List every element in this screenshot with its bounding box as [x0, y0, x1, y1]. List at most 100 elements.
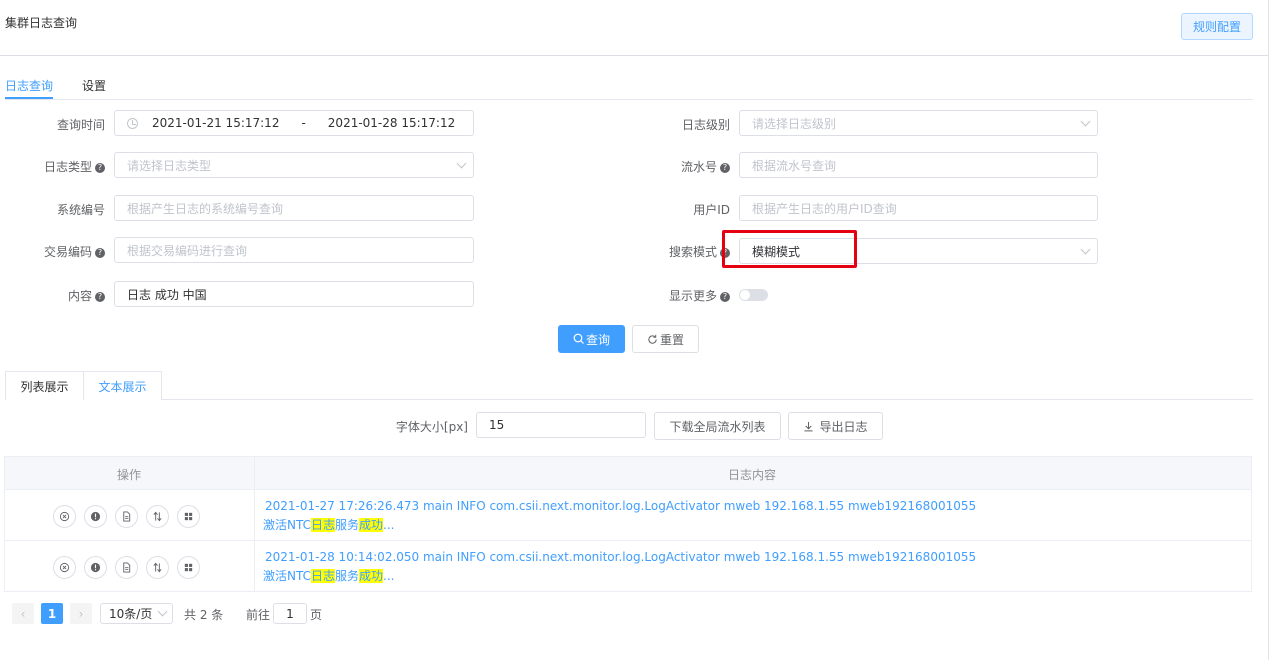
log-type-select[interactable]: 请选择日志类型 — [114, 152, 474, 178]
search-mode-label: 搜索模式? — [640, 243, 730, 260]
close-circle-icon[interactable] — [53, 556, 76, 579]
end-time[interactable]: 2021-01-28 15:17:12 — [328, 116, 455, 130]
show-more-label-text: 显示更多 — [668, 289, 717, 303]
clock-icon — [127, 117, 138, 129]
scrollbar[interactable] — [1268, 0, 1282, 660]
serial-no-input[interactable]: 根据流水号查询 — [739, 152, 1098, 178]
page-number-current[interactable]: 1 — [41, 603, 63, 624]
row-actions — [53, 556, 200, 579]
info-icon[interactable] — [84, 505, 107, 528]
chevron-down-icon — [1080, 116, 1091, 127]
query-time-label: 查询时间 — [56, 118, 105, 132]
help-icon[interactable]: ? — [720, 291, 730, 302]
sort-icon[interactable] — [146, 505, 169, 528]
tab-text-view[interactable]: 文本展示 — [84, 371, 162, 400]
download-serial-list-button[interactable]: 下载全局流水列表 — [654, 412, 781, 440]
page-unit-label: 页 — [310, 607, 323, 622]
prev-page-button[interactable]: ‹ — [12, 603, 34, 624]
page-size-select[interactable]: 10条/页 — [100, 603, 173, 624]
annotation-highlight-box — [722, 230, 857, 268]
next-page-button[interactable]: › — [70, 603, 92, 624]
download-icon — [804, 421, 814, 431]
tab-settings[interactable]: 设置 — [82, 77, 106, 94]
log-text: 激活NTC — [263, 569, 311, 583]
trade-code-label: 交易编码? — [30, 243, 105, 260]
help-icon[interactable]: ? — [720, 162, 730, 173]
log-text: ... — [383, 518, 395, 532]
rule-config-button[interactable]: 规则配置 — [1181, 13, 1253, 40]
highlight-term: 日志 — [310, 518, 335, 532]
log-entry-message: 激活NTC日志服务成功... — [263, 567, 394, 584]
goto-page-value: 1 — [286, 606, 294, 621]
content-label: 内容? — [40, 287, 105, 304]
help-icon[interactable]: ? — [95, 291, 105, 302]
goto-label: 前往 — [246, 607, 271, 622]
page-header: 集群日志查询 规则配置 — [0, 0, 1268, 56]
main-tabs: 日志查询 设置 — [5, 72, 1253, 100]
total-count: 共 2 条 — [184, 607, 224, 622]
range-separator: - — [301, 116, 306, 130]
log-text: 服务 — [335, 569, 360, 583]
log-text: ... — [383, 569, 395, 583]
goto-page-input[interactable]: 1 — [273, 603, 307, 624]
chevron-down-icon — [1080, 244, 1091, 255]
export-log-label: 导出日志 — [819, 419, 868, 434]
tab-list-view[interactable]: 列表展示 — [5, 371, 84, 400]
log-level-placeholder: 请选择日志级别 — [752, 116, 837, 131]
log-type-label-text: 日志类型 — [43, 160, 92, 174]
highlight-term: 成功 — [359, 569, 384, 583]
trade-code-placeholder: 根据交易编码进行查询 — [127, 243, 248, 258]
chevron-down-icon — [157, 606, 168, 617]
show-more-toggle[interactable] — [739, 289, 768, 301]
query-time-range[interactable]: 2021-01-21 15:17:12 - 2021-01-28 15:17:1… — [114, 110, 474, 136]
highlight-term: 成功 — [359, 518, 384, 532]
log-table: 操作 日志内容 2021-01-27 17:26:26.473 main INF… — [4, 456, 1252, 592]
view-tabs: 列表展示 文本展示 — [5, 371, 1253, 400]
table-header: 操作 日志内容 — [5, 457, 1251, 490]
grid-icon[interactable] — [177, 505, 200, 528]
serial-no-label: 流水号? — [660, 158, 730, 175]
table-row: 2021-01-28 10:14:02.050 main INFO com.cs… — [5, 541, 1251, 592]
user-id-placeholder: 根据产生日志的用户ID查询 — [752, 201, 897, 216]
highlight-term: 日志 — [310, 569, 335, 583]
document-icon[interactable] — [115, 505, 138, 528]
document-icon[interactable] — [115, 556, 138, 579]
log-level-select[interactable]: 请选择日志级别 — [739, 110, 1098, 136]
log-level-label: 日志级别 — [681, 118, 730, 132]
search-icon — [573, 333, 584, 344]
log-entry-message: 激活NTC日志服务成功... — [263, 516, 394, 533]
user-id-label: 用户ID — [693, 203, 730, 217]
close-circle-icon[interactable] — [53, 505, 76, 528]
content-label-text: 内容 — [67, 289, 92, 303]
trade-code-input[interactable]: 根据交易编码进行查询 — [114, 237, 474, 263]
chevron-down-icon — [456, 158, 467, 169]
show-more-label: 显示更多? — [640, 287, 730, 304]
help-icon[interactable]: ? — [95, 247, 105, 258]
page-title: 集群日志查询 — [5, 16, 78, 30]
query-button-label: 查询 — [585, 332, 610, 347]
log-type-placeholder: 请选择日志类型 — [127, 158, 212, 173]
refresh-icon — [648, 334, 657, 344]
serial-no-placeholder: 根据流水号查询 — [752, 158, 837, 173]
log-entry-header: 2021-01-28 10:14:02.050 main INFO com.cs… — [265, 550, 977, 564]
tab-log-query[interactable]: 日志查询 — [5, 77, 53, 94]
font-size-label: 字体大小[px] — [395, 420, 468, 434]
sort-icon[interactable] — [146, 556, 169, 579]
log-entry-header: 2021-01-27 17:26:26.473 main INFO com.cs… — [265, 499, 977, 513]
font-size-value: 15 — [489, 418, 505, 432]
reset-button[interactable]: 重置 — [632, 325, 699, 353]
trade-code-label-text: 交易编码 — [43, 245, 92, 259]
user-id-input[interactable]: 根据产生日志的用户ID查询 — [739, 195, 1098, 221]
content-input[interactable]: 日志 成功 中国 — [114, 281, 474, 307]
serial-no-label-text: 流水号 — [680, 160, 717, 174]
grid-icon[interactable] — [177, 556, 200, 579]
info-icon[interactable] — [84, 556, 107, 579]
system-no-input[interactable]: 根据产生日志的系统编号查询 — [114, 195, 474, 221]
start-time[interactable]: 2021-01-21 15:17:12 — [152, 116, 279, 130]
page-size-value: 10条/页 — [109, 607, 153, 621]
font-size-input[interactable]: 15 — [476, 412, 646, 438]
help-icon[interactable]: ? — [95, 162, 105, 173]
query-button[interactable]: 查询 — [558, 325, 625, 353]
system-no-placeholder: 根据产生日志的系统编号查询 — [127, 201, 284, 216]
export-log-button[interactable]: 导出日志 — [788, 412, 883, 440]
